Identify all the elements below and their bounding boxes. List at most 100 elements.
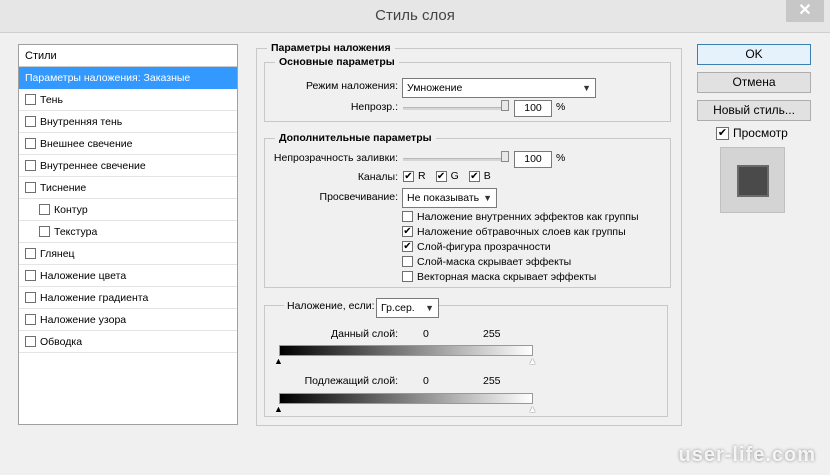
advanced-option-checkbox[interactable]: [402, 271, 413, 282]
styles-list-item[interactable]: Внутренняя тень: [19, 111, 237, 133]
style-checkbox[interactable]: [25, 270, 36, 281]
this-layer-min: 0: [423, 328, 429, 340]
styles-list-item-label: Внешнее свечение: [40, 137, 133, 150]
chevron-down-icon: ▼: [425, 303, 434, 313]
channel-label: G: [450, 170, 459, 182]
close-button[interactable]: ✕: [786, 0, 824, 22]
style-preview-thumbnail: [720, 147, 785, 213]
style-checkbox[interactable]: [25, 336, 36, 347]
channel-r-checkbox-row[interactable]: ✔ R: [403, 170, 426, 182]
underlying-layer-min: 0: [423, 375, 429, 387]
underlying-layer-max: 255: [483, 375, 501, 387]
cancel-button[interactable]: Отмена: [697, 72, 811, 93]
styles-list-item[interactable]: Тиснение: [19, 177, 237, 199]
fill-opacity-slider[interactable]: [403, 158, 509, 161]
styles-list-item[interactable]: Наложение градиента: [19, 287, 237, 309]
styles-list-item-label: Тиснение: [40, 181, 87, 194]
styles-list-item[interactable]: Наложение цвета: [19, 265, 237, 287]
channel-g-checkbox-row[interactable]: ✔ G: [435, 170, 459, 182]
styles-header[interactable]: Стили: [19, 45, 237, 67]
style-checkbox[interactable]: [25, 116, 36, 127]
styles-list-item[interactable]: Наложение узора: [19, 309, 237, 331]
style-checkbox[interactable]: [25, 138, 36, 149]
opacity-slider-thumb[interactable]: [501, 100, 509, 111]
styles-list-item[interactable]: Обводка: [19, 331, 237, 353]
this-layer-black-slider-icon[interactable]: ▲: [274, 357, 283, 366]
blend-if-label: Наложение, если:: [284, 300, 378, 312]
blend-mode-select[interactable]: Умножение ▼: [402, 78, 596, 98]
blend-mode-value: Умножение: [407, 82, 463, 94]
styles-list-item-label: Наложение градиента: [40, 291, 149, 304]
advanced-option-row[interactable]: Векторная маска скрывает эффекты: [402, 269, 639, 284]
styles-list-item-label: Внутренняя тень: [40, 115, 123, 128]
channel-checkbox[interactable]: ✔: [468, 170, 480, 182]
advanced-option-checkbox[interactable]: ✔: [402, 241, 413, 252]
this-layer-gradient: [279, 345, 533, 356]
knockout-select[interactable]: Не показывать ▼: [402, 188, 497, 208]
blend-if-select[interactable]: Гр.сер. ▼: [376, 298, 439, 318]
opacity-input[interactable]: 100: [514, 100, 552, 117]
this-layer-max: 255: [483, 328, 501, 340]
advanced-option-label: Наложение обтравочных слоев как группы: [417, 225, 626, 238]
styles-list-item-label: Наложение цвета: [40, 269, 127, 282]
advanced-option-label: Наложение внутренних эффектов как группы: [417, 210, 639, 223]
channel-label: B: [483, 170, 491, 182]
ok-button[interactable]: OK: [697, 44, 811, 65]
preview-checkbox[interactable]: ✔: [716, 126, 729, 140]
style-checkbox[interactable]: [25, 292, 36, 303]
blending-options-title: Параметры наложения: [267, 42, 395, 54]
style-checkbox[interactable]: [25, 182, 36, 193]
new-style-button[interactable]: Новый стиль...: [697, 100, 811, 121]
styles-list-item-label: Обводка: [40, 335, 83, 348]
styles-list-item[interactable]: Параметры наложения: Заказные: [19, 67, 237, 89]
preview-swatch: [737, 165, 769, 197]
channel-checkbox[interactable]: ✔: [435, 170, 447, 182]
this-layer-white-slider-icon[interactable]: ▲: [528, 357, 537, 366]
style-checkbox[interactable]: [25, 314, 36, 325]
channel-label: R: [418, 170, 426, 182]
fill-opacity-input[interactable]: 100: [514, 151, 552, 168]
channels-label: Каналы:: [357, 171, 398, 183]
advanced-option-row[interactable]: Наложение внутренних эффектов как группы: [402, 209, 639, 224]
styles-list-item-label: Тень: [40, 93, 63, 106]
this-layer-label: Данный слой:: [331, 328, 398, 340]
advanced-blending-title: Дополнительные параметры: [275, 132, 436, 144]
styles-list-item[interactable]: Контур: [19, 199, 237, 221]
underlying-black-slider-icon[interactable]: ▲: [274, 405, 283, 414]
blend-if-value: Гр.сер.: [381, 302, 415, 314]
fill-opacity-label: Непрозрачность заливки:: [273, 152, 398, 164]
advanced-option-row[interactable]: ✔ Слой-фигура прозрачности: [402, 239, 639, 254]
fill-opacity-slider-thumb[interactable]: [501, 151, 509, 162]
styles-list-item-label: Контур: [54, 203, 88, 216]
styles-list-item[interactable]: Внешнее свечение: [19, 133, 237, 155]
advanced-option-checkbox[interactable]: ✔: [402, 226, 413, 237]
styles-list-item[interactable]: Текстура: [19, 221, 237, 243]
advanced-option-checkbox[interactable]: [402, 211, 413, 222]
advanced-option-label: Слой-маска скрывает эффекты: [417, 255, 572, 268]
styles-list-item-label: Глянец: [40, 247, 75, 260]
opacity-percent: %: [556, 101, 566, 113]
styles-list-item[interactable]: Внутреннее свечение: [19, 155, 237, 177]
styles-list-item-label: Параметры наложения: Заказные: [25, 71, 191, 84]
styles-list-item-label: Внутреннее свечение: [40, 159, 146, 172]
advanced-option-row[interactable]: Слой-маска скрывает эффекты: [402, 254, 639, 269]
style-checkbox[interactable]: [39, 204, 50, 215]
opacity-slider[interactable]: [403, 107, 509, 110]
style-checkbox[interactable]: [25, 248, 36, 259]
channel-b-checkbox-row[interactable]: ✔ B: [468, 170, 491, 182]
channel-checkbox[interactable]: ✔: [403, 170, 414, 182]
styles-list-item[interactable]: Тень: [19, 89, 237, 111]
style-checkbox[interactable]: [25, 94, 36, 105]
preview-checkbox-row[interactable]: ✔ Просмотр: [716, 126, 788, 140]
advanced-option-row[interactable]: ✔ Наложение обтравочных слоев как группы: [402, 224, 639, 239]
advanced-option-checkbox[interactable]: [402, 256, 413, 267]
underlying-layer-gradient: [279, 393, 533, 404]
underlying-white-slider-icon[interactable]: ▲: [528, 405, 537, 414]
chevron-down-icon: ▼: [483, 193, 492, 203]
opacity-label: Непрозр.:: [350, 101, 398, 113]
style-checkbox[interactable]: [39, 226, 50, 237]
styles-list-item-label: Текстура: [54, 225, 98, 238]
style-checkbox[interactable]: [25, 160, 36, 171]
styles-list: Стили Параметры наложения: Заказные Тень В…: [18, 44, 238, 425]
styles-list-item[interactable]: Глянец: [19, 243, 237, 265]
